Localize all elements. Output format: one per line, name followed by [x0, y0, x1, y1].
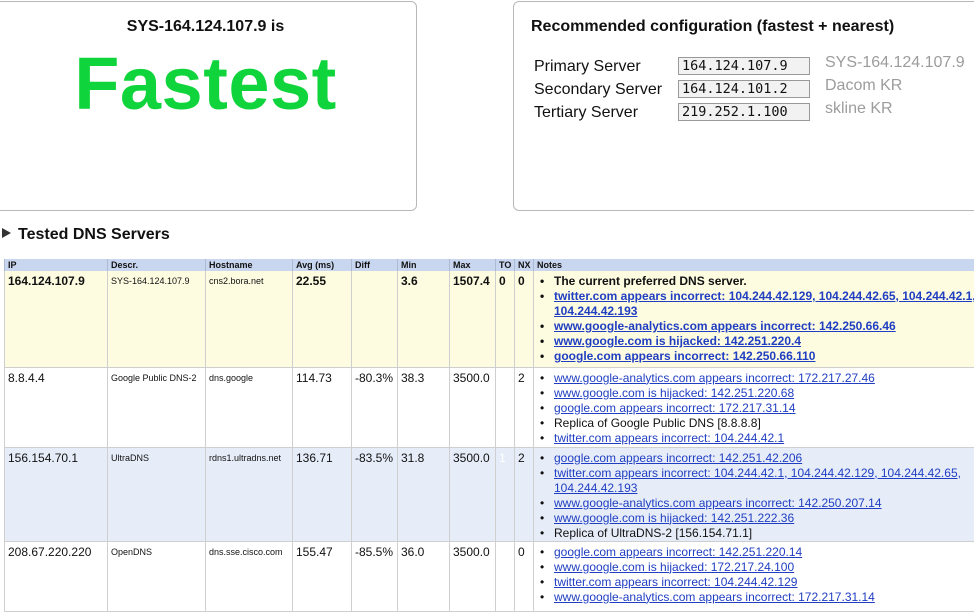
- cell-diff: -80.3%: [352, 367, 398, 447]
- cell-ip: 8.8.4.4: [5, 367, 108, 447]
- note-link[interactable]: www.google-analytics.com appears incorre…: [554, 590, 974, 605]
- cell-notes: google.com appears incorrect: 142.251.42…: [534, 447, 974, 541]
- secondary-server-label: Secondary Server: [534, 81, 662, 99]
- cell-max: 3500.0: [450, 447, 496, 541]
- cell-hostname: dns.google: [206, 367, 293, 447]
- note-link[interactable]: www.google-analytics.com appears incorre…: [554, 319, 974, 334]
- tested-dns-section-toggle[interactable]: Tested DNS Servers: [2, 226, 170, 244]
- note-item: Replica of Google Public DNS [8.8.8.8]: [554, 416, 974, 431]
- cell-descr: SYS-164.124.107.9: [108, 271, 206, 367]
- cell-nx: 2: [515, 447, 534, 541]
- recommended-config-title: Recommended configuration (fastest + nea…: [531, 18, 894, 36]
- cell-nx: 0: [515, 541, 534, 611]
- column-header-nx[interactable]: NX: [515, 259, 534, 271]
- cell-max: 1507.4: [450, 271, 496, 367]
- note-link[interactable]: google.com appears incorrect: 142.250.66…: [554, 349, 974, 364]
- cell-to: 1: [496, 541, 515, 611]
- cell-diff: -83.5%: [352, 447, 398, 541]
- note-link[interactable]: twitter.com appears incorrect: 104.244.4…: [554, 466, 974, 496]
- column-header-min[interactable]: Min: [398, 259, 450, 271]
- cell-nx: 2: [515, 367, 534, 447]
- fastest-label: Fastest: [0, 40, 416, 128]
- note-item: The current preferred DNS server.: [554, 274, 974, 289]
- cell-diff: -85.5%: [352, 541, 398, 611]
- primary-server-description: SYS-164.124.107.9: [825, 54, 965, 72]
- note-link[interactable]: twitter.com appears incorrect: 104.244.4…: [554, 575, 974, 590]
- note-link[interactable]: www.google.com is hijacked: 172.217.24.1…: [554, 560, 974, 575]
- cell-ip: 208.67.220.220: [5, 541, 108, 611]
- primary-server-label: Primary Server: [534, 58, 641, 76]
- table-row: 156.154.70.1 UltraDNS rdns1.ultradns.net…: [5, 447, 974, 541]
- primary-server-ip-field[interactable]: 164.124.107.9: [678, 57, 810, 75]
- secondary-server-ip-field[interactable]: 164.124.101.2: [678, 80, 810, 98]
- cell-notes: The current preferred DNS server. twitte…: [534, 271, 974, 367]
- cell-min: 3.6: [398, 271, 450, 367]
- cell-notes: www.google-analytics.com appears incorre…: [534, 367, 974, 447]
- table-header-row: IP Descr. Hostname Avg (ms) Diff Min Max…: [5, 259, 974, 271]
- cell-nx: 0: [515, 271, 534, 367]
- cell-hostname: dns.sse.cisco.com: [206, 541, 293, 611]
- note-item: Replica of UltraDNS-2 [156.154.71.1]: [554, 526, 974, 541]
- tertiary-server-ip-field[interactable]: 219.252.1.100: [678, 103, 810, 121]
- cell-descr: OpenDNS: [108, 541, 206, 611]
- cell-notes: google.com appears incorrect: 142.251.22…: [534, 541, 974, 611]
- cell-max: 3500.0: [450, 367, 496, 447]
- note-link[interactable]: google.com appears incorrect: 172.217.31…: [554, 401, 974, 416]
- note-link[interactable]: google.com appears incorrect: 142.251.42…: [554, 451, 974, 466]
- column-header-avg[interactable]: Avg (ms): [293, 259, 352, 271]
- cell-hostname: rdns1.ultradns.net: [206, 447, 293, 541]
- cell-descr: UltraDNS: [108, 447, 206, 541]
- cell-max: 3500.0: [450, 541, 496, 611]
- column-header-max[interactable]: Max: [450, 259, 496, 271]
- column-header-ip[interactable]: IP: [5, 259, 108, 271]
- note-link[interactable]: www.google-analytics.com appears incorre…: [554, 496, 974, 511]
- tested-dns-section-title: Tested DNS Servers: [18, 226, 170, 243]
- note-link[interactable]: www.google.com is hijacked: 142.251.220.…: [554, 334, 974, 349]
- column-header-diff[interactable]: Diff: [352, 259, 398, 271]
- cell-ip: 156.154.70.1: [5, 447, 108, 541]
- table-row: 208.67.220.220 OpenDNS dns.sse.cisco.com…: [5, 541, 974, 611]
- cell-avg: 155.47: [293, 541, 352, 611]
- cell-avg: 136.71: [293, 447, 352, 541]
- column-header-to[interactable]: TO: [496, 259, 515, 271]
- column-header-descr[interactable]: Descr.: [108, 259, 206, 271]
- tertiary-server-label: Tertiary Server: [534, 104, 638, 122]
- table-row: 8.8.4.4 Google Public DNS-2 dns.google 1…: [5, 367, 974, 447]
- cell-to: 1: [496, 447, 515, 541]
- cell-ip: 164.124.107.9: [5, 271, 108, 367]
- fastest-server-caption: SYS-164.124.107.9 is: [0, 18, 416, 36]
- cell-min: 31.8: [398, 447, 450, 541]
- cell-avg: 22.55: [293, 271, 352, 367]
- column-header-notes[interactable]: Notes: [534, 259, 974, 271]
- dns-results-table: IP Descr. Hostname Avg (ms) Diff Min Max…: [4, 259, 974, 612]
- tertiary-server-description: skline KR: [825, 100, 893, 118]
- note-link[interactable]: www.google-analytics.com appears incorre…: [554, 371, 974, 386]
- cell-to: 0: [496, 271, 515, 367]
- cell-descr: Google Public DNS-2: [108, 367, 206, 447]
- cell-avg: 114.73: [293, 367, 352, 447]
- cell-min: 38.3: [398, 367, 450, 447]
- fastest-result-panel: SYS-164.124.107.9 is Fastest: [0, 1, 417, 211]
- note-link[interactable]: www.google.com is hijacked: 142.251.220.…: [554, 386, 974, 401]
- cell-to: 1: [496, 367, 515, 447]
- cell-min: 36.0: [398, 541, 450, 611]
- recommended-config-panel: Recommended configuration (fastest + nea…: [513, 1, 974, 211]
- note-link[interactable]: google.com appears incorrect: 142.251.22…: [554, 545, 974, 560]
- secondary-server-description: Dacom KR: [825, 77, 902, 95]
- cell-diff: [352, 271, 398, 367]
- cell-hostname: cns2.bora.net: [206, 271, 293, 367]
- note-link[interactable]: twitter.com appears incorrect: 104.244.4…: [554, 289, 974, 319]
- triangle-right-icon: [2, 228, 11, 238]
- note-link[interactable]: twitter.com appears incorrect: 104.244.4…: [554, 431, 974, 446]
- column-header-hostname[interactable]: Hostname: [206, 259, 293, 271]
- note-link[interactable]: www.google.com is hijacked: 142.251.222.…: [554, 511, 974, 526]
- table-row: 164.124.107.9 SYS-164.124.107.9 cns2.bor…: [5, 271, 974, 367]
